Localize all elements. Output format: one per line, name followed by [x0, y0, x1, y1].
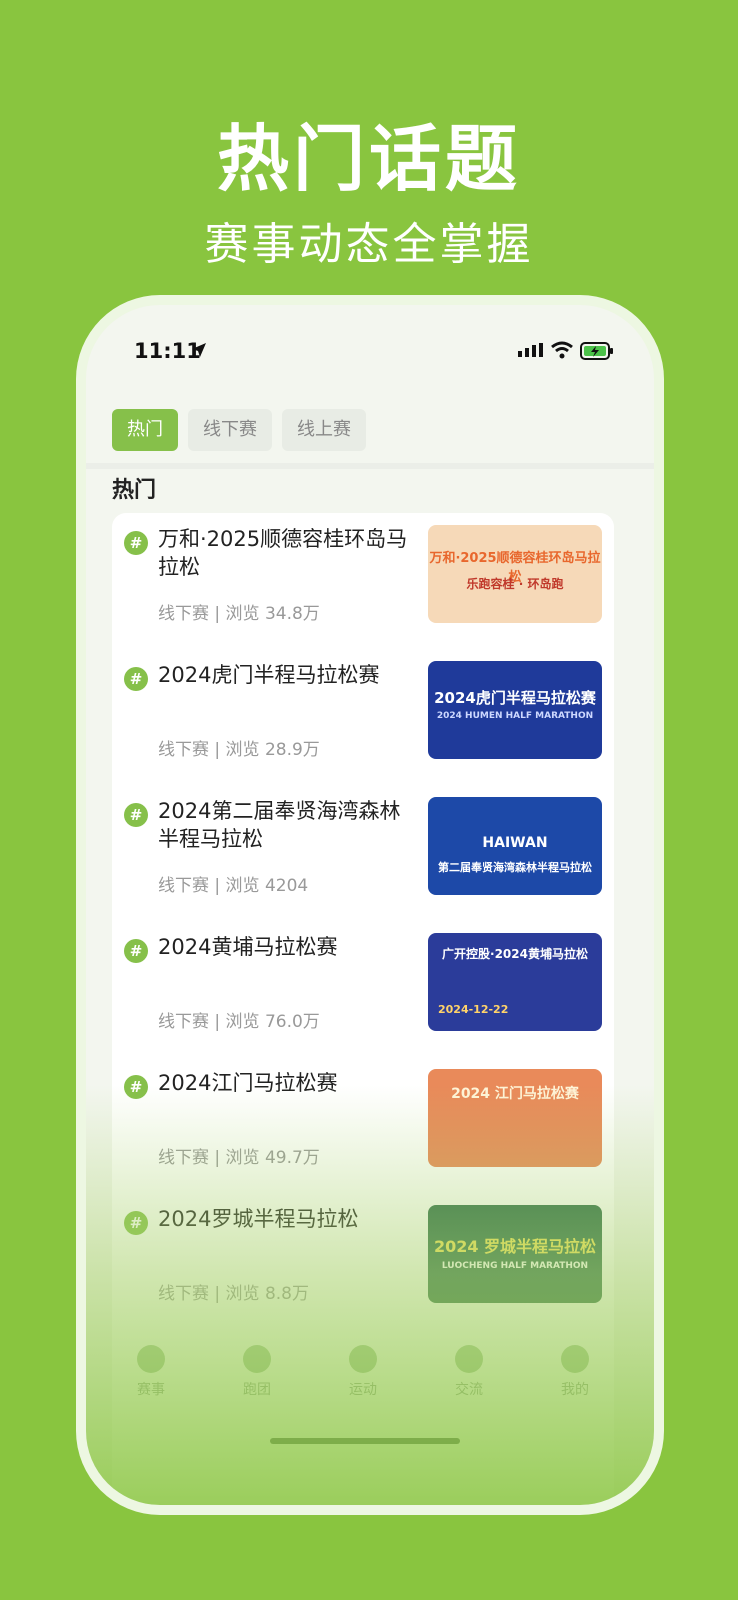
- nav-label: 赛事: [137, 1382, 165, 1398]
- item-thumbnail: 广开控股·2024黄埔马拉松 2024-12-22: [428, 933, 602, 1031]
- list-item[interactable]: # 万和·2025顺德容桂环岛马拉松 线下赛 | 浏览 34.8万 万和·202…: [112, 513, 614, 649]
- item-title: 2024罗城半程马拉松: [158, 1207, 359, 1231]
- thumb-subtitle: LUOCHENG HALF MARATHON: [441, 1261, 589, 1271]
- trophy-icon: [137, 1345, 165, 1373]
- hashtag-icon: #: [124, 939, 148, 963]
- phone-frame: 11:11 热门 线下赛 线上赛 热门 # 万和·2025顺德容桂环岛马拉松 线…: [86, 305, 654, 1505]
- item-title: 2024虎门半程马拉松赛: [158, 663, 380, 687]
- nav-item-community[interactable]: 交流: [414, 1345, 524, 1399]
- item-meta: 线下赛 | 浏览 34.8万: [158, 604, 320, 624]
- item-thumbnail: HAIWAN 第二届奉贤海湾森林半程马拉松: [428, 797, 602, 895]
- item-thumbnail: 万和·2025顺德容桂环岛马拉松 乐跑容桂 · 环岛跑: [428, 525, 602, 623]
- thumb-subtitle: 第二届奉贤海湾森林半程马拉松: [438, 861, 592, 874]
- thumb-title: 2024虎门半程马拉松赛: [434, 689, 596, 707]
- list-item[interactable]: # 2024江门马拉松赛 线下赛 | 浏览 49.7万 2024 江门马拉松赛: [112, 1057, 614, 1193]
- status-bar: 11:11: [86, 305, 654, 385]
- nav-label: 我的: [561, 1382, 589, 1398]
- section-title: 热门: [112, 478, 157, 503]
- hashtag-icon: #: [124, 667, 148, 691]
- item-thumbnail: 2024 江门马拉松赛: [428, 1069, 602, 1167]
- list-item[interactable]: # 2024罗城半程马拉松 线下赛 | 浏览 8.8万 2024 罗城半程马拉松…: [112, 1193, 614, 1329]
- chat-icon: [455, 1345, 483, 1373]
- hashtag-icon: #: [124, 1075, 148, 1099]
- hero-subtitle: 赛事动态全掌握: [204, 219, 534, 270]
- nav-label: 跑团: [243, 1382, 271, 1398]
- nav-item-events[interactable]: 赛事: [96, 1345, 206, 1399]
- thumb-subtitle: 2024-12-22: [438, 1003, 509, 1016]
- thumb-title: 广开控股·2024黄埔马拉松: [442, 947, 588, 961]
- tab-offline[interactable]: 线下赛: [188, 409, 272, 451]
- list-item[interactable]: # 2024虎门半程马拉松赛 线下赛 | 浏览 28.9万 2024虎门半程马拉…: [112, 649, 614, 785]
- item-meta: 线下赛 | 浏览 49.7万: [158, 1148, 320, 1168]
- list-item[interactable]: # 2024第二届奉贤海湾森林半程马拉松 线下赛 | 浏览 4204 HAIWA…: [112, 785, 614, 921]
- item-meta: 线下赛 | 浏览 76.0万: [158, 1012, 320, 1032]
- battery-charging-icon: [580, 342, 613, 360]
- item-meta: 线下赛 | 浏览 28.9万: [158, 740, 320, 760]
- list-item[interactable]: # 2024黄埔马拉松赛 线下赛 | 浏览 76.0万 广开控股·2024黄埔马…: [112, 921, 614, 1057]
- tab-divider: [86, 463, 654, 469]
- item-thumbnail: 2024虎门半程马拉松赛 2024 HUMEN HALF MARATHON: [428, 661, 602, 759]
- tab-online[interactable]: 线上赛: [282, 409, 366, 451]
- smile-icon: [561, 1345, 589, 1373]
- thumb-subtitle: 2024 HUMEN HALF MARATHON: [436, 711, 594, 721]
- bottom-nav: 赛事 跑团 运动 交流 我的: [86, 1345, 654, 1425]
- item-meta: 线下赛 | 浏览 4204: [158, 876, 309, 896]
- item-meta: 线下赛 | 浏览 8.8万: [158, 1284, 309, 1304]
- thumb-title: 2024 罗城半程马拉松: [433, 1237, 597, 1256]
- cellular-signal-icon: [518, 343, 543, 357]
- tab-hot[interactable]: 热门: [112, 409, 178, 451]
- thumb-title: 2024 江门马拉松赛: [451, 1086, 579, 1102]
- hero-title: 热门话题: [216, 117, 521, 201]
- hashtag-icon: #: [124, 1211, 148, 1235]
- item-title: 2024江门马拉松赛: [158, 1071, 338, 1095]
- item-title: 万和·2025顺德容桂环岛马拉松: [158, 527, 408, 579]
- team-icon: [243, 1345, 271, 1373]
- item-title: 2024第二届奉贤海湾森林半程马拉松: [158, 799, 401, 851]
- home-indicator: [270, 1438, 460, 1444]
- nav-item-profile[interactable]: 我的: [520, 1345, 630, 1399]
- location-arrow-icon: [192, 343, 206, 357]
- nav-item-teams[interactable]: 跑团: [202, 1345, 312, 1399]
- nav-label: 运动: [349, 1382, 377, 1398]
- item-thumbnail: 2024 罗城半程马拉松 LUOCHENG HALF MARATHON: [428, 1205, 602, 1303]
- thumb-title: HAIWAN: [482, 835, 548, 851]
- hashtag-icon: #: [124, 803, 148, 827]
- nav-label: 交流: [455, 1382, 483, 1398]
- wifi-icon: [551, 341, 573, 359]
- thumb-subtitle: 乐跑容桂 · 环岛跑: [466, 577, 564, 591]
- item-title: 2024黄埔马拉松赛: [158, 935, 338, 959]
- runner-icon: [349, 1345, 377, 1373]
- nav-item-sport[interactable]: 运动: [308, 1345, 418, 1399]
- hashtag-icon: #: [124, 531, 148, 555]
